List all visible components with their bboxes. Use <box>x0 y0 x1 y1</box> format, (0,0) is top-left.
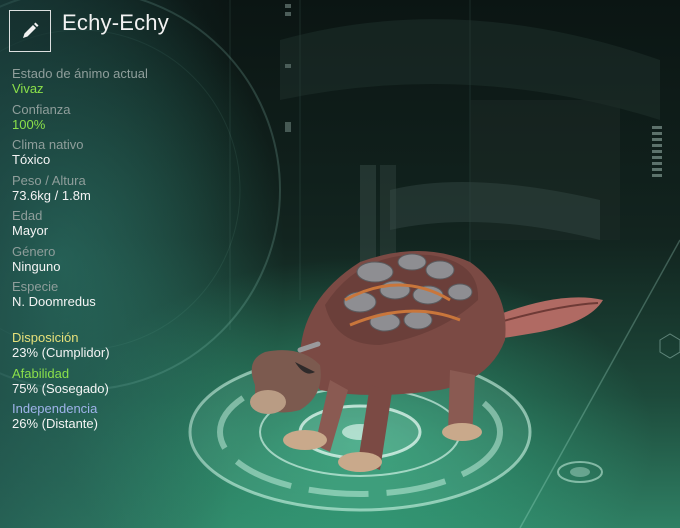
stat-value: 73.6kg / 1.8m <box>12 187 91 203</box>
stats-list: Estado de ánimo actual Vivaz Confianza 1… <box>12 66 212 315</box>
stat-label: Edad <box>12 208 43 223</box>
traits-list: Disposición 23% (Cumplidor) Afabilidad 7… <box>12 330 212 437</box>
trait-label: Afabilidad <box>12 365 70 381</box>
stat-value: Tóxico <box>12 152 51 167</box>
stat-species: Especie N. Doomredus <box>12 279 212 315</box>
stat-label: Confianza <box>12 101 71 117</box>
stat-weight-height: Peso / Altura 73.6kg / 1.8m <box>12 173 212 209</box>
stat-label: Peso / Altura <box>12 172 86 188</box>
stat-value: 100% <box>12 116 46 132</box>
stat-value: N. Doomredus <box>12 294 96 309</box>
trait-label: Independencia <box>12 401 98 416</box>
trait-label: Disposición <box>12 330 79 345</box>
trait-value: 23% (Cumplidor) <box>12 345 110 360</box>
stat-gender: Género Ninguno <box>12 244 212 280</box>
stat-age: Edad Mayor <box>12 208 212 244</box>
pencil-icon <box>23 22 39 38</box>
stat-label: Especie <box>12 279 59 294</box>
edit-name-button[interactable] <box>9 10 51 52</box>
stat-value: Ninguno <box>12 258 61 274</box>
trait-value: 26% (Distante) <box>12 416 98 431</box>
trait-disposition: Disposición 23% (Cumplidor) <box>12 330 212 366</box>
stat-value: Vivaz <box>12 81 44 96</box>
stat-trust: Confianza 100% <box>12 102 212 138</box>
stat-mood: Estado de ánimo actual Vivaz <box>12 66 212 102</box>
stat-label: Estado de ánimo actual <box>12 66 148 81</box>
trait-value: 75% (Sosegado) <box>12 380 109 396</box>
stat-value: Mayor <box>12 223 49 238</box>
trait-affability: Afabilidad 75% (Sosegado) <box>12 366 212 402</box>
creature-name: Echy-Echy <box>62 10 169 35</box>
stat-label: Género <box>12 243 56 259</box>
stat-label: Clima nativo <box>12 137 84 152</box>
trait-independence: Independencia 26% (Distante) <box>12 401 212 437</box>
stat-climate: Clima nativo Tóxico <box>12 137 212 173</box>
